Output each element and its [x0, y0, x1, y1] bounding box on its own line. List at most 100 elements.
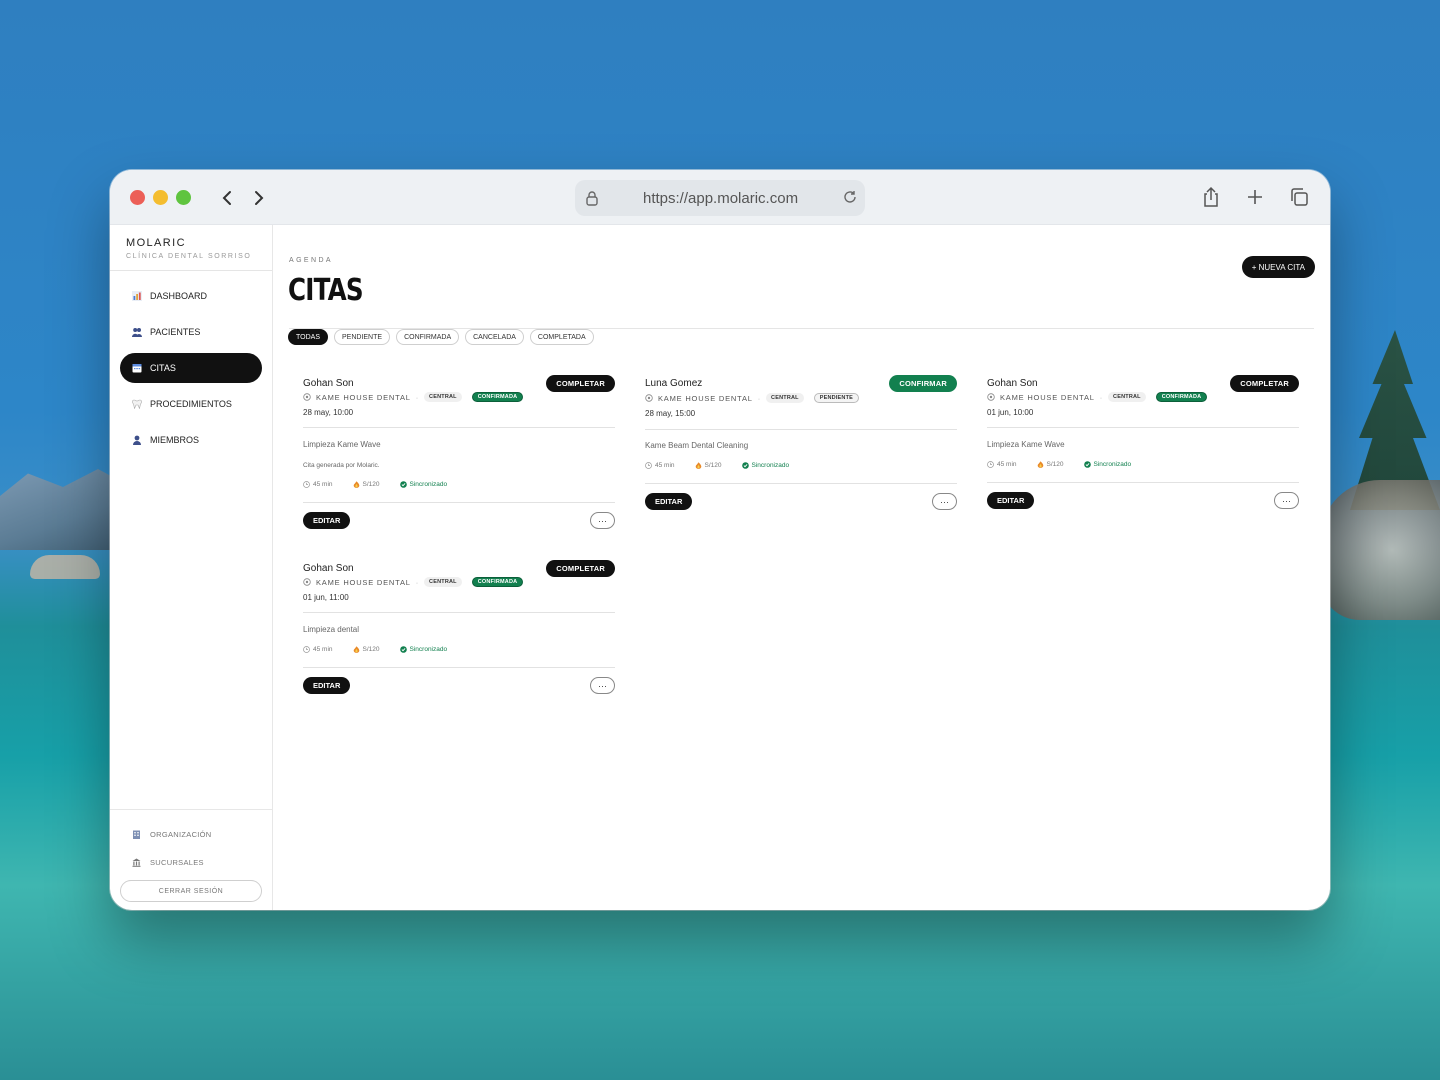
logout-button[interactable]: CERRAR SESIÓN — [120, 880, 262, 902]
brand-subtitle: CLÍNICA DENTAL SORRISO — [126, 253, 252, 260]
sidebar-link-sucursales[interactable]: SUCURSALES — [110, 848, 272, 876]
new-appointment-button[interactable]: + NUEVA CITA — [1241, 256, 1315, 278]
appointment-card: Gohan Son COMPLETAR KAME HOUSE DENTAL · … — [303, 560, 615, 703]
window-controls — [130, 190, 191, 205]
brand-name: MOLARIC — [126, 237, 186, 249]
appointment-date: 01 jun, 11:00 — [303, 593, 349, 602]
price: S/120 — [695, 462, 732, 469]
status-filters: TODAS PENDIENTE CONFIRMADA CANCELADA COM… — [288, 329, 594, 345]
calendar-icon — [132, 364, 142, 373]
duration: 45 min — [303, 481, 343, 488]
sidebar-item-label: DASHBOARD — [150, 291, 208, 301]
clinic-name: KAME HOUSE DENTAL — [316, 392, 411, 402]
more-options-button[interactable]: ··· — [590, 677, 615, 694]
appointment-card: Luna Gomez CONFIRMAR KAME HOUSE DENTAL ·… — [645, 375, 957, 518]
more-options-button[interactable]: ··· — [590, 512, 615, 529]
confirm-button[interactable]: CONFIRMAR — [889, 375, 957, 392]
patient-name[interactable]: Gohan Son — [987, 378, 1038, 389]
price: S/120 — [1037, 461, 1074, 468]
new-tab-icon[interactable] — [1244, 186, 1266, 208]
appointment-meta: 45 min S/120 Sincronizado — [303, 646, 467, 653]
status-badge: PENDIENTE — [813, 393, 860, 403]
filter-completada[interactable]: COMPLETADA — [529, 329, 594, 345]
filter-todas[interactable]: TODAS — [288, 329, 328, 345]
sidebar-item-procedimientos[interactable]: PROCEDIMIENTOS — [120, 389, 262, 419]
card-divider — [645, 483, 957, 484]
chevron-left-icon — [222, 191, 231, 205]
minimize-window-button[interactable] — [153, 190, 168, 205]
back-button[interactable] — [215, 185, 239, 211]
forward-button[interactable] — [247, 185, 271, 211]
separator: · — [757, 393, 762, 403]
sidebar-item-pacientes[interactable]: PACIENTES — [120, 317, 262, 347]
sidebar-item-label: PROCEDIMIENTOS — [150, 399, 232, 409]
sidebar-link-organizacion[interactable]: ORGANIZACIÓN — [110, 820, 272, 848]
patient-name[interactable]: Gohan Son — [303, 378, 354, 389]
page-title: CITAS — [288, 273, 364, 308]
patient-name[interactable]: Gohan Son — [303, 563, 354, 574]
separator: · — [415, 577, 420, 587]
appointment-date: 01 jun, 10:00 — [987, 408, 1034, 417]
sidebar: MOLARIC CLÍNICA DENTAL SORRISO DASHBOARD… — [110, 225, 273, 910]
location-pin-icon — [987, 393, 995, 401]
branch-badge: CENTRAL — [766, 393, 804, 403]
edit-button[interactable]: EDITAR — [303, 677, 351, 694]
browser-titlebar: https://app.molaric.com — [110, 170, 1330, 225]
duration: 45 min — [645, 462, 685, 469]
users-icon — [132, 328, 142, 337]
address-bar[interactable]: https://app.molaric.com — [575, 180, 865, 216]
appointment-meta: 45 min S/120 Sincronizado — [645, 462, 809, 469]
background-rock — [30, 555, 100, 579]
user-icon — [133, 435, 141, 445]
price: S/120 — [353, 646, 390, 653]
complete-button[interactable]: COMPLETAR — [1230, 375, 1299, 392]
sidebar-item-miembros[interactable]: MIEMBROS — [120, 425, 262, 455]
complete-button[interactable]: COMPLETAR — [546, 375, 615, 392]
appointment-date: 28 may, 10:00 — [303, 408, 354, 417]
complete-button[interactable]: COMPLETAR — [546, 560, 615, 577]
reload-icon[interactable] — [843, 190, 857, 204]
card-divider — [987, 427, 1299, 428]
tabs-overview-icon[interactable] — [1288, 186, 1310, 208]
background-boulders — [1320, 480, 1440, 620]
more-options-button[interactable]: ··· — [932, 493, 957, 510]
tooth-icon — [132, 399, 142, 409]
share-icon[interactable] — [1200, 186, 1222, 208]
app-shell: MOLARIC CLÍNICA DENTAL SORRISO DASHBOARD… — [110, 225, 1330, 910]
price: S/120 — [353, 481, 390, 488]
url-text[interactable]: https://app.molaric.com — [643, 190, 798, 207]
edit-button[interactable]: EDITAR — [645, 493, 693, 510]
edit-button[interactable]: EDITAR — [987, 492, 1035, 509]
chart-icon — [132, 291, 142, 301]
separator: · — [415, 392, 420, 402]
location-pin-icon — [303, 393, 311, 401]
sidebar-item-citas[interactable]: CITAS — [120, 353, 262, 383]
maximize-window-button[interactable] — [176, 190, 191, 205]
filter-pendiente[interactable]: PENDIENTE — [334, 329, 391, 345]
filter-cancelada[interactable]: CANCELADA — [465, 329, 524, 345]
more-options-button[interactable]: ··· — [1274, 492, 1299, 509]
check-circle-icon — [399, 646, 407, 653]
sidebar-item-label: CITAS — [150, 363, 176, 373]
clock-icon — [987, 461, 994, 468]
main-content: AGENDA CITAS + NUEVA CITA TODAS PENDIENT… — [273, 225, 1330, 910]
card-divider — [645, 429, 957, 430]
clinic-name: KAME HOUSE DENTAL — [1000, 392, 1095, 402]
patient-name[interactable]: Luna Gomez — [645, 378, 702, 389]
procedure-name: Kame Beam Dental Cleaning — [645, 441, 749, 450]
filter-confirmada[interactable]: CONFIRMADA — [396, 329, 460, 345]
flame-icon — [353, 646, 359, 653]
edit-button[interactable]: EDITAR — [303, 512, 351, 529]
status-badge: CONFIRMADA — [471, 577, 524, 587]
sidebar-item-label: MIEMBROS — [150, 435, 200, 445]
clock-icon — [303, 646, 310, 653]
sync-status: Sincronizado — [741, 462, 800, 469]
close-window-button[interactable] — [130, 190, 145, 205]
sidebar-item-dashboard[interactable]: DASHBOARD — [120, 281, 262, 311]
appointment-meta: 45 min S/120 Sincronizado — [987, 461, 1151, 468]
clinic-location: KAME HOUSE DENTAL · CENTRAL CONFIRMADA — [987, 392, 1217, 402]
clinic-location: KAME HOUSE DENTAL · CENTRAL CONFIRMADA — [303, 392, 533, 402]
check-circle-icon — [399, 481, 407, 488]
chevron-right-icon — [255, 191, 264, 205]
browser-actions — [1200, 186, 1310, 208]
